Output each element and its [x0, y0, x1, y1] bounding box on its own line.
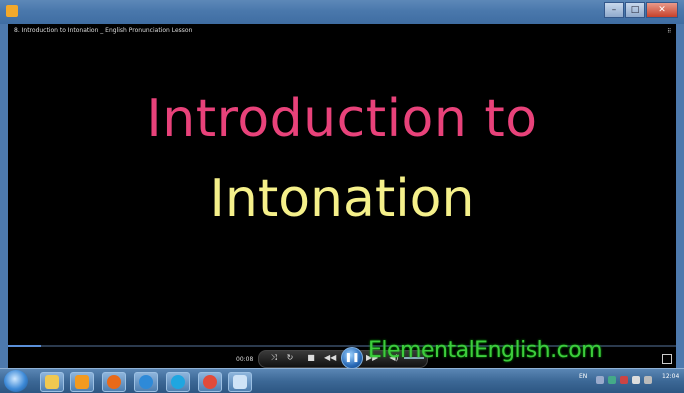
seek-progress	[8, 345, 42, 347]
language-indicator[interactable]: EN	[579, 373, 587, 380]
start-button[interactable]	[4, 370, 28, 392]
fullscreen-icon[interactable]	[662, 354, 672, 364]
elapsed-time: 00:08	[236, 356, 254, 363]
pause-button[interactable]: ❚❚	[341, 347, 363, 369]
speaker-icon[interactable]	[632, 376, 640, 384]
show-hidden-icons-icon[interactable]	[596, 376, 604, 384]
skype-icon	[171, 375, 185, 389]
window-controls: – □ ✕	[603, 2, 678, 18]
firefox-icon	[107, 375, 121, 389]
slide-title-line1: Introduction to	[146, 89, 538, 149]
window-titlebar[interactable]: – □ ✕	[0, 0, 684, 24]
chrome-icon	[203, 375, 217, 389]
taskbar-chrome[interactable]	[198, 372, 222, 392]
window-border-right	[676, 24, 684, 368]
folder-icon	[45, 375, 59, 389]
switch-to-library-icon[interactable]: ⠿	[667, 28, 673, 35]
video-title: 8. Introduction to Intonation _ English …	[14, 27, 193, 34]
repeat-icon[interactable]: ↻	[284, 353, 296, 363]
taskbar-internet-explorer[interactable]	[134, 372, 158, 392]
watermark: ElementalEnglish.com	[368, 338, 603, 363]
network-warning-icon[interactable]	[620, 376, 628, 384]
taskbar-firefox[interactable]	[102, 372, 126, 392]
video-viewport[interactable]: 8. Introduction to Intonation _ English …	[8, 24, 676, 369]
close-button[interactable]: ✕	[646, 2, 678, 18]
pause-icon: ❚❚	[344, 353, 360, 363]
window-border-left	[0, 24, 8, 368]
notepad-icon	[233, 375, 247, 389]
previous-icon[interactable]: ◀◀	[324, 353, 336, 363]
internet-explorer-icon	[139, 375, 153, 389]
action-center-icon[interactable]	[608, 376, 616, 384]
media-player-icon	[75, 375, 89, 389]
slide-title-line2: Intonation	[209, 169, 475, 229]
minimize-button[interactable]: –	[604, 2, 624, 18]
taskbar: EN 12:04	[0, 368, 684, 393]
media-player-app-icon[interactable]	[6, 5, 18, 17]
taskbar-skype[interactable]	[166, 372, 190, 392]
stop-icon[interactable]: ■	[305, 353, 317, 363]
maximize-button[interactable]: □	[625, 2, 645, 18]
taskbar-media-player[interactable]	[70, 372, 94, 392]
shuffle-icon[interactable]: ⤨	[268, 353, 280, 363]
taskbar-explorer[interactable]	[40, 372, 64, 392]
clock-time[interactable]: 12:04	[662, 373, 679, 380]
signal-icon[interactable]	[644, 376, 652, 384]
taskbar-notepad[interactable]	[228, 372, 252, 392]
